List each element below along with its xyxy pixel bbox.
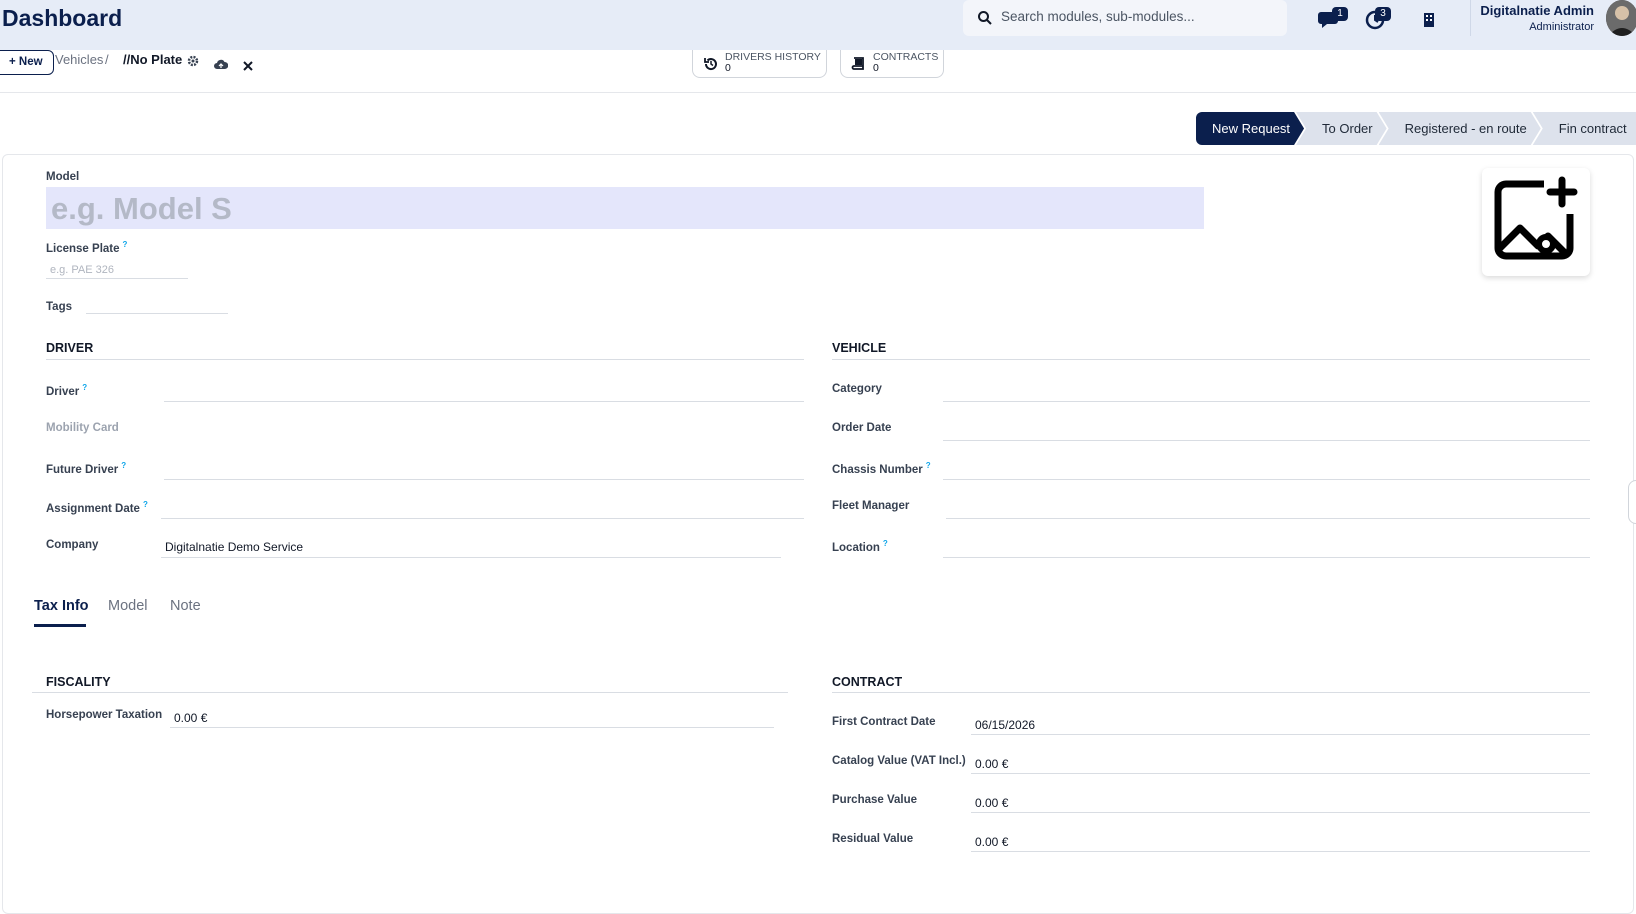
driver-label: Driver? — [46, 383, 88, 398]
breadcrumb-current: //No Plate — [123, 52, 183, 67]
driver-field[interactable] — [164, 401, 804, 402]
contracts-button[interactable]: CONTRACTS 0 — [840, 50, 944, 78]
model-field[interactable]: e.g. Model S — [46, 187, 1204, 229]
building-icon[interactable] — [1416, 8, 1442, 32]
add-image-icon — [1494, 176, 1578, 260]
stage-registered-en-route[interactable]: Registered - en route — [1379, 112, 1541, 145]
order-date-field[interactable] — [943, 440, 1590, 441]
vehicle-section-title: VEHICLE — [832, 341, 887, 355]
chassis-number-label: Chassis Number? — [832, 461, 931, 476]
residual-value-label: Residual Value — [832, 833, 914, 845]
fiscality-section-rule — [32, 692, 788, 693]
plus-icon: + — [9, 56, 19, 68]
discard-close-icon[interactable] — [241, 59, 255, 73]
tags-field[interactable] — [86, 313, 228, 314]
first-contract-date-label: First Contract Date — [832, 716, 936, 728]
stage-new-request[interactable]: New Request — [1196, 112, 1304, 145]
assignment-date-field[interactable] — [161, 518, 804, 519]
drivers-history-button[interactable]: DRIVERS HISTORY 0 — [692, 50, 827, 78]
new-button[interactable]: + New — [0, 50, 54, 75]
control-panel: + New Vehicles / //No Plate DRIVERS HIST… — [0, 50, 1636, 93]
active-tab-indicator — [34, 624, 86, 627]
fiscality-section-title: FISCALITY — [46, 675, 111, 689]
top-navbar: Dashboard Search modules, sub-modules...… — [0, 0, 1636, 50]
horsepower-taxation-label: Horsepower Taxation — [46, 709, 163, 721]
catalog-value-field[interactable]: 0.00 € — [975, 757, 1008, 771]
book-icon — [851, 57, 864, 70]
user-role: Administrator — [1529, 21, 1594, 33]
driver-section-title: DRIVER — [46, 341, 94, 355]
cloud-upload-icon[interactable] — [214, 58, 228, 72]
license-plate-underline — [46, 278, 188, 279]
tags-label: Tags — [46, 301, 72, 313]
purchase-value-underline — [971, 812, 1590, 813]
model-placeholder: e.g. Model S — [51, 191, 232, 226]
avatar[interactable] — [1606, 0, 1636, 36]
license-plate-help: ? — [122, 240, 128, 249]
contracts-label: CONTRACTS — [873, 51, 939, 63]
drivers-history-count: 0 — [725, 62, 731, 74]
company-underline — [161, 557, 781, 558]
history-icon — [704, 58, 717, 71]
model-label: Model — [46, 171, 80, 183]
search-icon — [978, 11, 992, 25]
first-contract-date-underline — [971, 734, 1590, 735]
messages-count-badge: 1 — [1332, 7, 1348, 21]
contract-section-rule — [832, 692, 1590, 693]
chassis-number-field[interactable] — [943, 479, 1590, 480]
contracts-count: 0 — [873, 62, 879, 74]
first-contract-date-field[interactable]: 06/15/2026 — [975, 718, 1035, 732]
horsepower-taxation-field[interactable]: 0.00 € — [174, 711, 207, 725]
navbar-divider — [1470, 0, 1471, 36]
location-label: Location? — [832, 539, 888, 554]
tab-note[interactable]: Note — [170, 598, 201, 614]
vehicle-section-rule — [832, 359, 1590, 360]
fleet-manager-label: Fleet Manager — [832, 500, 910, 512]
status-bar: New Request To Order Registered - en rou… — [1196, 112, 1636, 145]
new-button-label: New — [18, 56, 43, 68]
driver-section-rule — [46, 359, 804, 360]
location-field[interactable] — [943, 557, 1590, 558]
future-driver-label: Future Driver? — [46, 461, 127, 476]
order-date-label: Order Date — [832, 422, 892, 434]
drivers-history-label: DRIVERS HISTORY — [725, 51, 821, 63]
tab-tax-info[interactable]: Tax Info — [34, 598, 89, 614]
user-name[interactable]: Digitalnatie Admin — [1480, 3, 1594, 18]
tab-model[interactable]: Model — [108, 598, 148, 614]
stage-fin-contract[interactable]: Fin contract — [1532, 112, 1636, 145]
breadcrumb-vehicles[interactable]: Vehicles — [55, 52, 103, 67]
future-driver-field[interactable] — [164, 479, 804, 480]
app-brand-title[interactable]: Dashboard — [2, 5, 122, 32]
gear-icon[interactable] — [186, 54, 200, 68]
purchase-value-label: Purchase Value — [832, 794, 918, 806]
assignment-date-label: Assignment Date? — [46, 500, 148, 515]
category-label: Category — [832, 383, 882, 395]
chatter-toggle-handle[interactable] — [1628, 480, 1636, 524]
company-field[interactable]: Digitalnatie Demo Service — [165, 540, 303, 554]
license-plate-field[interactable]: e.g. PAE 326 — [50, 264, 114, 276]
fleet-manager-field[interactable] — [946, 518, 1590, 519]
purchase-value-field[interactable]: 0.00 € — [975, 796, 1008, 810]
mobility-card-label: Mobility Card — [46, 422, 119, 434]
activities-count-badge: 3 — [1375, 7, 1391, 21]
breadcrumb-separator: / — [105, 52, 109, 67]
form-sheet — [2, 154, 1634, 914]
residual-value-field[interactable]: 0.00 € — [975, 835, 1008, 849]
user-avatar-icon — [1606, 0, 1636, 36]
license-plate-label: License Plate? — [46, 240, 128, 255]
catalog-value-label: Catalog Value (VAT Incl.) — [832, 755, 966, 767]
company-label: Company — [46, 539, 99, 551]
category-field[interactable] — [943, 401, 1590, 402]
catalog-value-underline — [971, 773, 1590, 774]
contract-section-title: CONTRACT — [832, 675, 903, 689]
stage-to-order[interactable]: To Order — [1296, 112, 1387, 145]
search-bar[interactable]: Search modules, sub-modules... — [963, 0, 1287, 36]
horsepower-taxation-underline — [170, 727, 774, 728]
search-input[interactable]: Search modules, sub-modules... — [1001, 9, 1195, 24]
vehicle-image-upload[interactable] — [1482, 168, 1590, 276]
residual-value-underline — [971, 851, 1590, 852]
